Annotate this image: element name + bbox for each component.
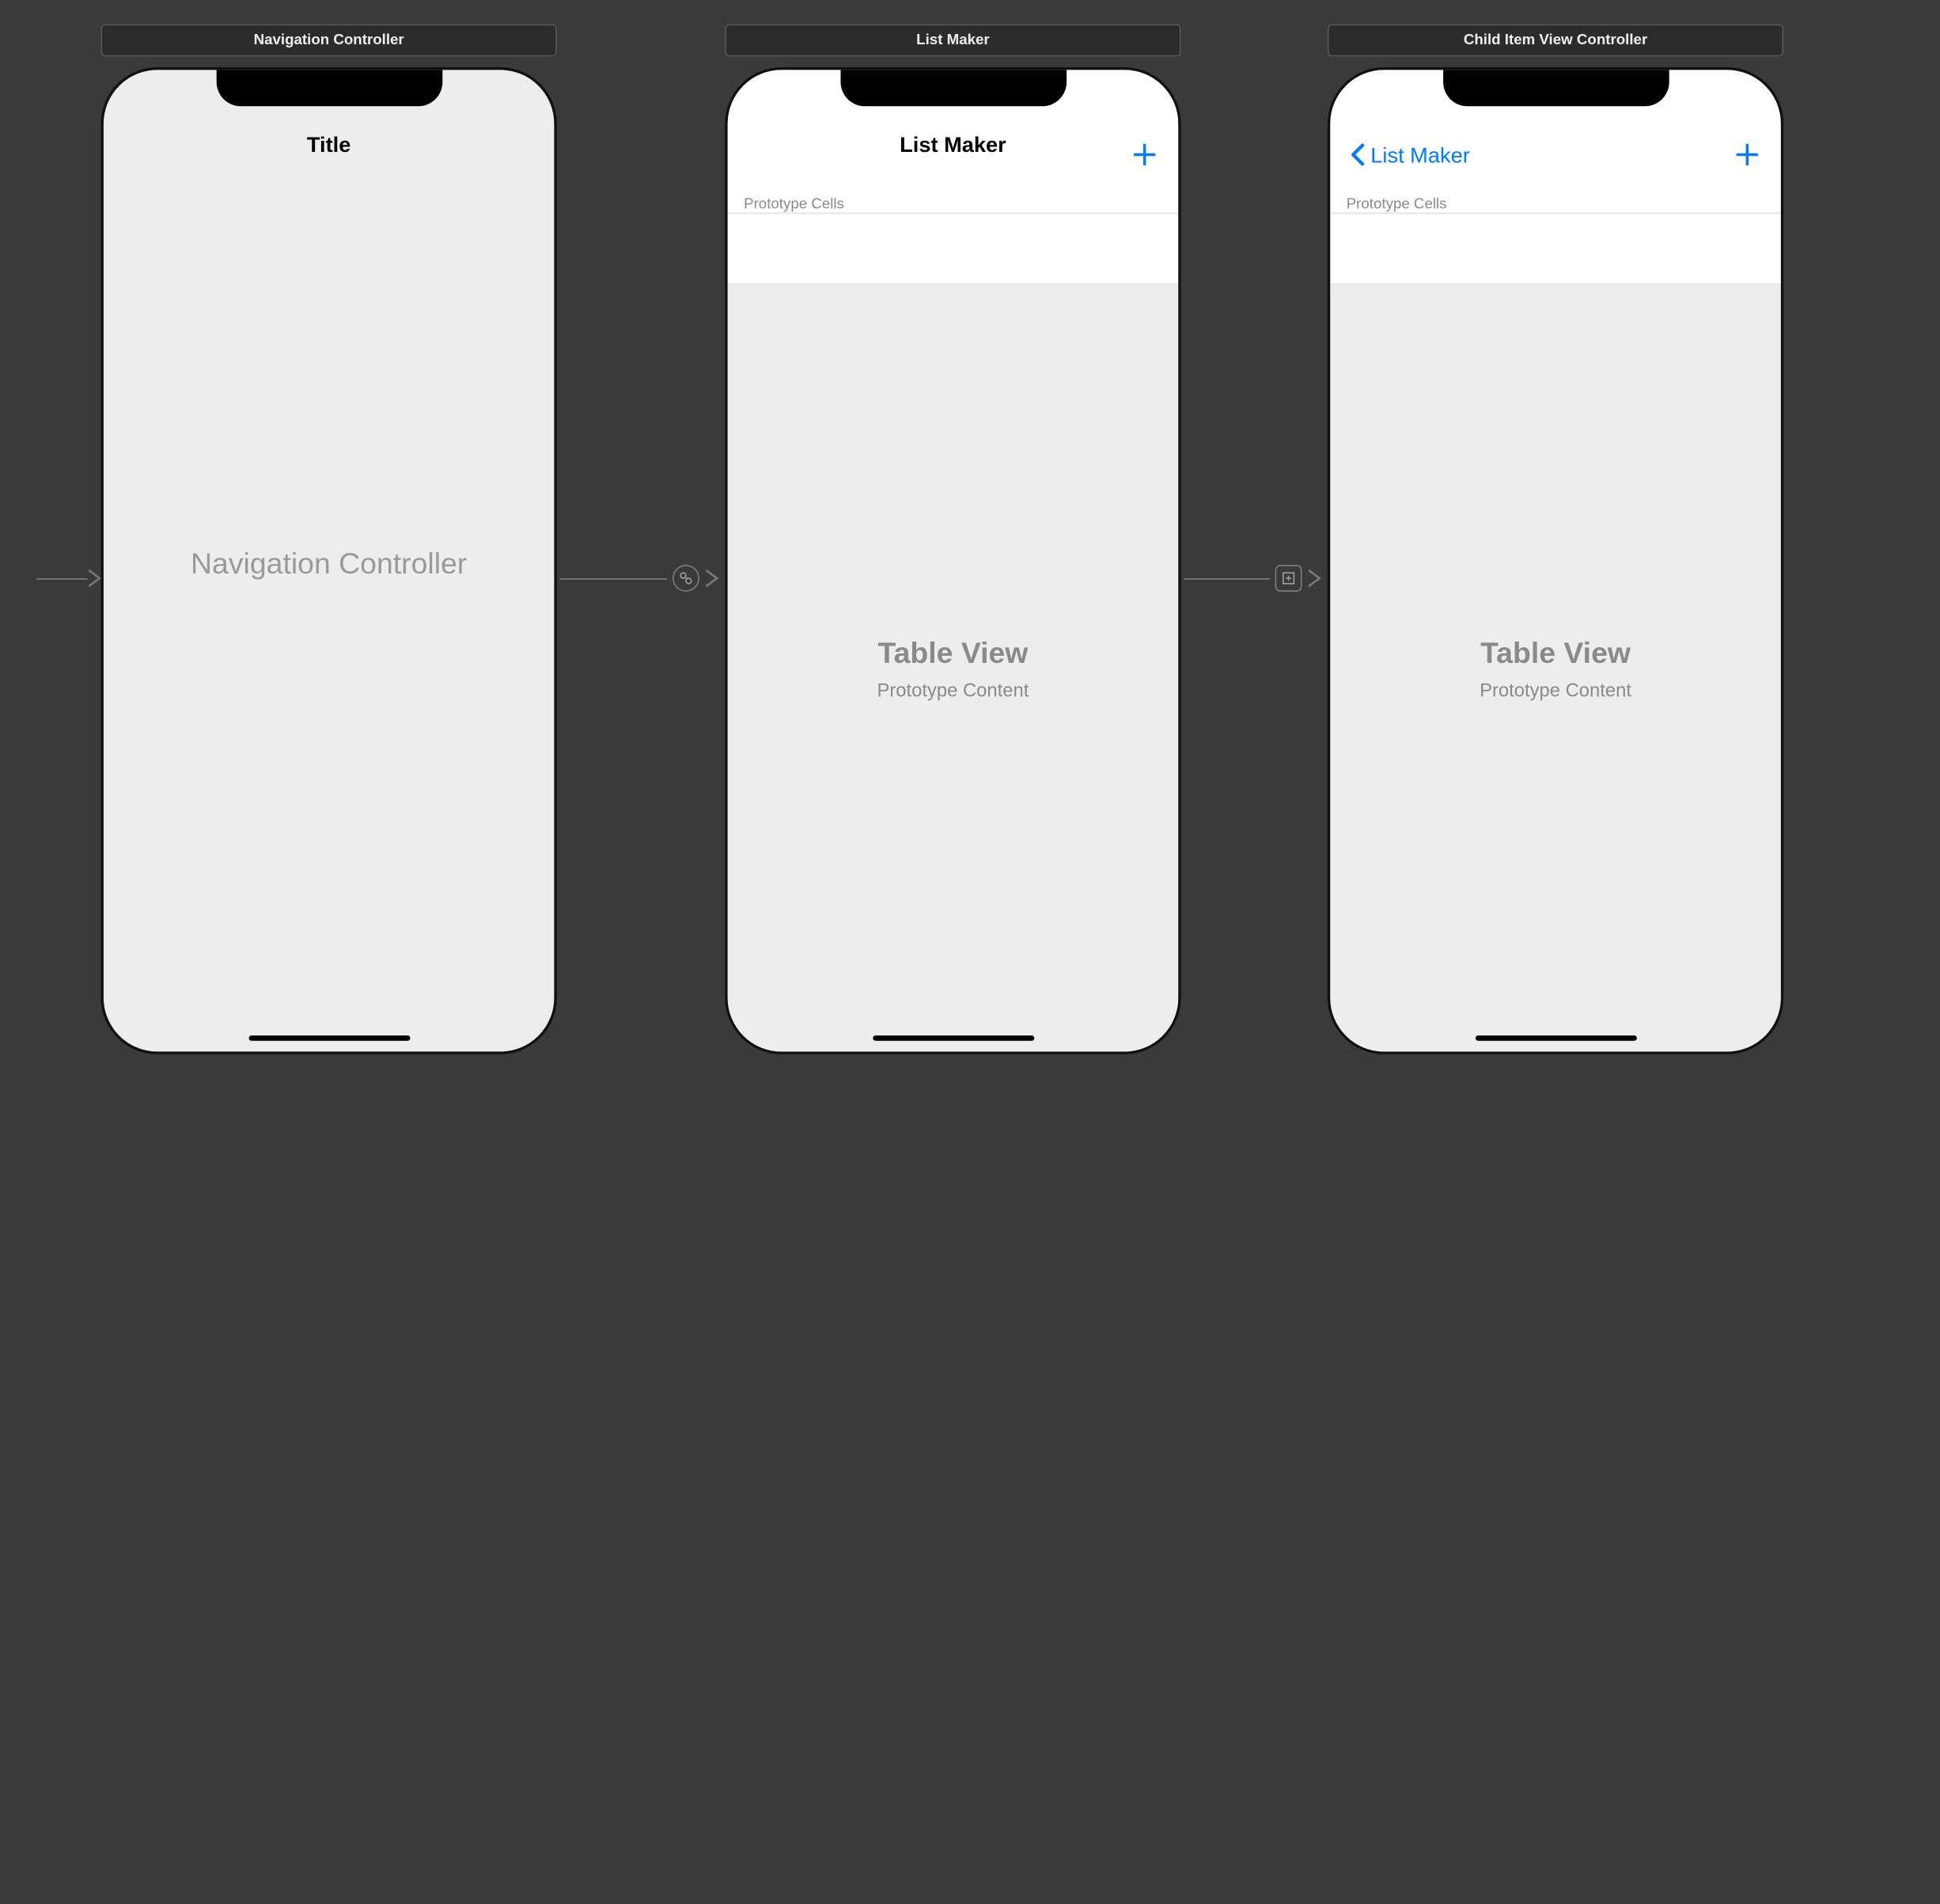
table-view-label: Table View <box>878 636 1029 671</box>
scene-label-child[interactable]: Child Item View Controller <box>1328 25 1783 57</box>
notch <box>216 69 442 107</box>
scene-list-maker[interactable]: List Maker List Maker Prototype Cells <box>725 25 1180 1054</box>
table-view-sublabel: Prototype Content <box>1480 679 1631 701</box>
add-button[interactable] <box>1733 140 1762 175</box>
back-button[interactable]: List Maker <box>1349 142 1470 172</box>
nav-controller-placeholder: Navigation Controller <box>104 547 555 581</box>
notch <box>840 69 1067 107</box>
prototype-cells-header: Prototype Cells <box>1330 188 1781 213</box>
home-indicator <box>872 1035 1033 1041</box>
table-view-area: Table View Prototype Content <box>728 285 1179 1051</box>
prototype-cell[interactable] <box>1330 213 1781 261</box>
scene-navigation-controller[interactable]: Navigation Controller Title Navigation C… <box>101 25 557 1054</box>
table-view-label: Table View <box>1480 636 1631 671</box>
notch <box>1442 69 1669 107</box>
device-frame-list: List Maker Prototype Cells Table View Pr… <box>725 67 1180 1054</box>
table-view-sublabel: Prototype Content <box>877 679 1029 701</box>
scene-child-item[interactable]: Child Item View Controller List Maker <box>1328 25 1783 1054</box>
home-indicator <box>1475 1035 1636 1041</box>
segue-root[interactable] <box>559 565 723 592</box>
storyboard-entry-arrow <box>36 569 106 588</box>
device-frame-nav: Title Navigation Controller <box>101 67 557 1054</box>
device-frame-child: List Maker Prototype Cells Table View Pr… <box>1328 67 1783 1054</box>
prototype-cells-header: Prototype Cells <box>728 188 1179 213</box>
segue-show-icon <box>1275 565 1302 592</box>
nav-title: Title <box>104 134 555 159</box>
nav-title: List Maker <box>728 134 1179 159</box>
segue-relationship-icon <box>673 565 699 592</box>
scene-label-nav[interactable]: Navigation Controller <box>101 25 557 57</box>
chevron-left-icon <box>1349 142 1365 172</box>
prototype-cell[interactable] <box>728 213 1179 261</box>
back-button-label: List Maker <box>1370 146 1469 170</box>
table-view-area: Table View Prototype Content <box>1330 285 1781 1051</box>
segue-show[interactable] <box>1184 565 1326 592</box>
scene-label-list[interactable]: List Maker <box>725 25 1180 57</box>
add-button[interactable] <box>1130 140 1159 175</box>
home-indicator <box>248 1035 410 1041</box>
